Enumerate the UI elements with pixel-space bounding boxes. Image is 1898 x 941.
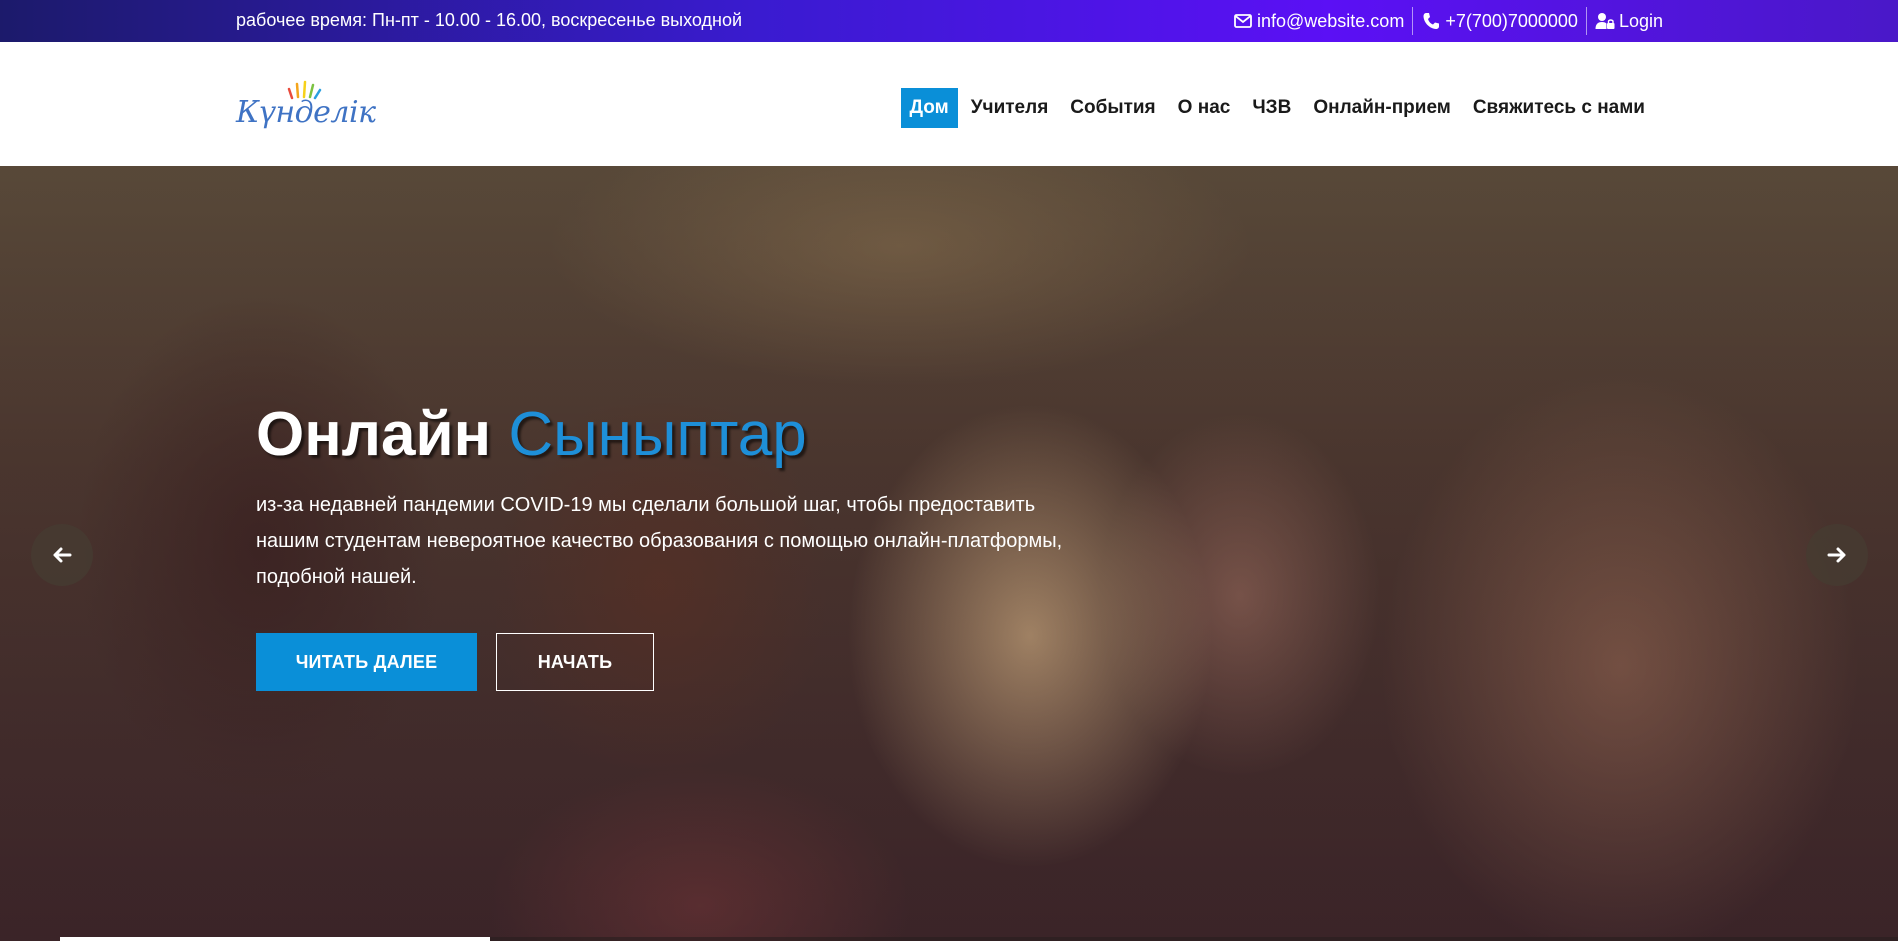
nav-item-contact[interactable]: Свяжитесь с нами bbox=[1464, 88, 1654, 128]
read-more-button[interactable]: ЧИТАТЬ ДАЛЕЕ bbox=[256, 633, 477, 692]
site-header: Күнделік Дом Учителя События О нас ЧЗВ О… bbox=[0, 42, 1898, 166]
nav-item-home[interactable]: Дом bbox=[900, 88, 958, 128]
nav-item-online-admission[interactable]: Онлайн-прием bbox=[1304, 88, 1460, 128]
hero-description: из-за недавней пандемии COVID-19 мы сдел… bbox=[256, 494, 1063, 589]
start-button[interactable]: НАЧАТЬ bbox=[496, 633, 654, 692]
slider-next-button[interactable] bbox=[1806, 524, 1868, 586]
hero-content: Онлайн Сыныптар из-за недавней пандемии … bbox=[256, 400, 1116, 692]
arrow-left-icon bbox=[53, 547, 72, 563]
envelope-icon bbox=[1233, 11, 1253, 31]
hero-title: Онлайн Сыныптар bbox=[256, 400, 1116, 469]
nav-item-about[interactable]: О нас bbox=[1169, 88, 1240, 128]
nav-item-faq[interactable]: ЧЗВ bbox=[1243, 88, 1300, 128]
login-text: Login bbox=[1618, 10, 1663, 31]
slider-prev-button[interactable] bbox=[31, 524, 93, 586]
phone-link[interactable]: +7(700)7000000 bbox=[1413, 11, 1586, 32]
main-nav: Дом Учителя События О нас ЧЗВ Онлайн-при… bbox=[897, 88, 1654, 128]
login-link[interactable]: Login bbox=[1587, 11, 1663, 32]
slider-progress-track bbox=[490, 937, 1898, 941]
nav-item-teachers[interactable]: Учителя bbox=[962, 88, 1058, 128]
email-text: info@website.com bbox=[1256, 10, 1405, 31]
hero-buttons: ЧИТАТЬ ДАЛЕЕ НАЧАТЬ bbox=[256, 633, 1116, 692]
nav-item-events[interactable]: События bbox=[1061, 88, 1164, 128]
email-link[interactable]: info@website.com bbox=[1225, 11, 1412, 32]
arrow-right-icon bbox=[1827, 547, 1846, 563]
hero-slider: Онлайн Сыныптар из-за недавней пандемии … bbox=[0, 166, 1898, 941]
phone-text: +7(700)7000000 bbox=[1445, 10, 1578, 31]
user-lock-icon bbox=[1595, 11, 1615, 31]
phone-icon bbox=[1421, 11, 1441, 31]
site-logo[interactable]: Күнделік bbox=[236, 80, 376, 132]
hero-title-part2: Сыныптар bbox=[508, 400, 807, 469]
slider-progress bbox=[60, 937, 490, 941]
hero-title-part1: Онлайн bbox=[256, 400, 492, 469]
logo-text: Күнделік bbox=[236, 95, 376, 130]
working-hours: рабочее время: Пн-пт - 10.00 - 16.00, во… bbox=[236, 10, 743, 30]
top-bar: рабочее время: Пн-пт - 10.00 - 16.00, во… bbox=[0, 0, 1898, 42]
top-contacts: info@website.com +7(700)7000000 Login bbox=[1225, 6, 1663, 36]
